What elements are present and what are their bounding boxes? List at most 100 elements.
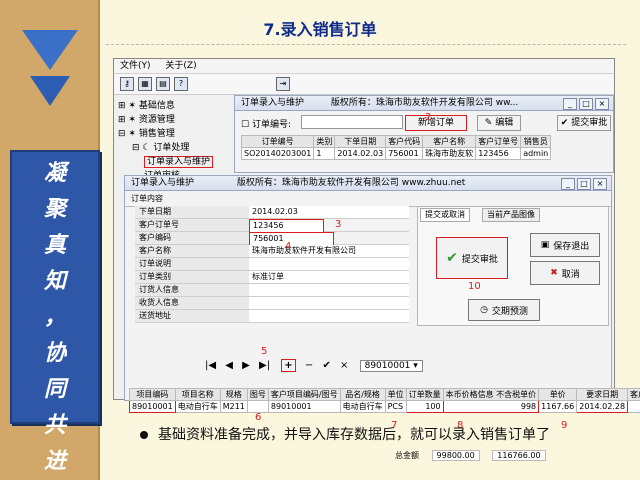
slogan-char: 知 <box>43 268 66 294</box>
tree-item-order-entry[interactable]: 订单录入与维护 <box>118 155 240 169</box>
menu-file[interactable]: 文件(Y) <box>120 61 151 71</box>
menu-about[interactable]: 关于(Z) <box>165 61 196 71</box>
prev-record-icon[interactable]: ◀ <box>225 360 233 371</box>
totals-row: 总金额 99800.00 116766.00 <box>395 450 546 461</box>
tab-submit-cancel[interactable]: 提交或取消 <box>420 208 470 222</box>
annotation-5: 5 <box>261 346 268 357</box>
bullet-icon <box>140 431 148 439</box>
window-title: 订单录入与维护 <box>241 98 305 108</box>
cancel-button[interactable]: ✖ 取消 <box>530 261 600 285</box>
grid-cell[interactable]: 电动自行车 <box>339 400 386 413</box>
first-record-icon[interactable]: |◀ <box>205 360 216 371</box>
slogan-char: 同 <box>43 376 66 402</box>
field-row: 订货人信息 <box>135 284 409 297</box>
delete-row-icon[interactable]: − <box>305 360 313 371</box>
grid-icon[interactable]: ▦ <box>138 77 152 91</box>
cancel-icon: ✖ <box>550 268 558 278</box>
field-value[interactable]: 123456 <box>249 219 324 233</box>
total-amount-tax: 116766.00 <box>492 450 546 461</box>
delivery-forecast-button[interactable]: ◷ 交期预测 <box>468 299 540 321</box>
field-value[interactable]: 珠海市助友软件开发有限公司 <box>249 245 409 257</box>
grid-cell[interactable]: 电动自行车 <box>174 400 221 413</box>
grid-cell[interactable]: 89010001 <box>267 400 341 413</box>
grid-header: 客户代码 <box>385 135 424 148</box>
slogan-char: 凝 <box>43 160 66 186</box>
grid-cell: 2014.02.03 <box>334 147 387 160</box>
table-row[interactable]: SO20140203001 1 2014.02.03 756001 珠海市助友软… <box>240 147 552 160</box>
save-exit-button[interactable]: ▣ 保存退出 <box>530 233 600 257</box>
maximize-icon[interactable]: □ <box>579 98 593 110</box>
submit-approval-button[interactable]: ✔ 提交审批 <box>557 115 611 131</box>
edit-button[interactable]: ✎ 编辑 <box>477 115 521 131</box>
field-label: 收货人信息 <box>135 297 249 309</box>
window-controls: _ □ × <box>561 97 609 111</box>
grid-header: 客户项目编码/图号 <box>267 388 341 401</box>
window-controls: _ □ × <box>559 177 607 191</box>
tab-order-content[interactable]: 订单内容 <box>125 191 611 207</box>
grid-cell[interactable]: 998 <box>442 400 540 413</box>
field-value[interactable] <box>249 258 409 270</box>
grid-cell[interactable] <box>627 400 640 413</box>
clock-icon: ◷ <box>480 305 488 315</box>
slogan-char: 聚 <box>43 196 66 222</box>
field-label: 订单类别 <box>135 271 249 283</box>
close-icon[interactable]: × <box>593 178 607 190</box>
bullet-text: 基础资料准备完成，并导入库存数据后，就可以录入销售订单了 <box>140 424 610 446</box>
button-label: 取消 <box>561 269 580 280</box>
field-value[interactable] <box>249 310 409 322</box>
left-sidebar: 凝 聚 真 知 ， 协 同 共 进 <box>0 0 100 480</box>
key-icon[interactable]: ⚷ <box>120 77 134 91</box>
grid-cell[interactable]: 89010001 <box>129 400 176 413</box>
grid-cell[interactable]: 2014.02.28 <box>576 400 629 413</box>
field-label: 下单日期 <box>135 206 249 218</box>
field-value[interactable] <box>249 284 409 296</box>
grid-cell: 1 <box>313 147 336 160</box>
field-value[interactable] <box>249 297 409 309</box>
grid-cell[interactable]: 1167.66 <box>538 400 578 413</box>
table-row[interactable]: 89010001 电动自行车 M211 89010001 电动自行车 PCS 1… <box>129 400 640 413</box>
grid-header: 订单编号 <box>240 135 315 148</box>
toolbar: ⚷ ▦ ▤ ? ⇥ <box>114 74 614 95</box>
annotation-2: 2 <box>425 112 432 123</box>
field-value[interactable]: 标准订单 <box>249 271 409 283</box>
order-no-input[interactable] <box>301 115 403 129</box>
close-icon[interactable]: × <box>595 98 609 110</box>
cancel-row-icon[interactable]: × <box>340 360 348 371</box>
grid-cell[interactable] <box>246 400 269 413</box>
grid-cell[interactable]: PCS <box>384 400 407 413</box>
grid-header: 类别 <box>313 135 336 148</box>
tree-label: 订单录入与维护 <box>144 156 214 168</box>
field-row: 客户订单号 123456 3 <box>135 219 409 233</box>
next-record-icon[interactable]: ▶ <box>242 360 250 371</box>
minimize-icon[interactable]: _ <box>563 98 577 110</box>
calculator-icon[interactable]: ▤ <box>156 77 170 91</box>
submit-approval-big-button[interactable]: ✔ 提交审批 <box>436 237 508 279</box>
slogan-char: ， <box>43 304 66 330</box>
checkbox-order-no[interactable]: ☐ 订单编号: <box>241 117 291 130</box>
tree-item-resource[interactable]: ⊞ ✶ 资源管理 <box>118 113 240 127</box>
field-label: 客户名称 <box>135 245 249 257</box>
confirm-row-icon[interactable]: ✔ <box>322 360 330 371</box>
field-value[interactable]: 756001 <box>249 232 334 246</box>
order-list-grid: 订单编号 类别 下单日期 客户代码 客户名称 客户订单号 销售员 SO20140… <box>240 135 552 160</box>
add-row-icon[interactable]: + <box>281 359 296 372</box>
grid-cell[interactable]: M211 <box>219 400 248 413</box>
last-record-icon[interactable]: ▶| <box>259 360 270 371</box>
add-order-button[interactable]: 新增订单 <box>405 115 467 131</box>
item-code-select[interactable]: 89010001 ▾ <box>359 360 423 372</box>
slide-title: 7.录入销售订单 <box>263 20 377 39</box>
grid-cell[interactable]: 100 <box>405 400 444 413</box>
vertical-slogan: 凝 聚 真 知 ， 协 同 共 进 <box>10 150 100 474</box>
tree-item-basic[interactable]: ⊞ ✶ 基础信息 <box>118 99 240 113</box>
exit-icon[interactable]: ⇥ <box>276 77 290 91</box>
tree-item-sales[interactable]: ⊟ ✶ 销售管理 <box>118 127 240 141</box>
field-row: 订单说明 <box>135 258 409 271</box>
tab-product-image[interactable]: 当前产品图像 <box>482 208 540 222</box>
tree-item-order-processing[interactable]: ⊟ ☾ 订单处理 <box>118 141 240 155</box>
maximize-icon[interactable]: □ <box>577 178 591 190</box>
grid-header: 本币价格信息 不含税单价 <box>442 388 540 401</box>
field-value[interactable]: 2014.02.03 <box>249 206 409 218</box>
minimize-icon[interactable]: _ <box>561 178 575 190</box>
field-row: 下单日期 2014.02.03 <box>135 206 409 219</box>
help-icon[interactable]: ? <box>174 77 188 91</box>
